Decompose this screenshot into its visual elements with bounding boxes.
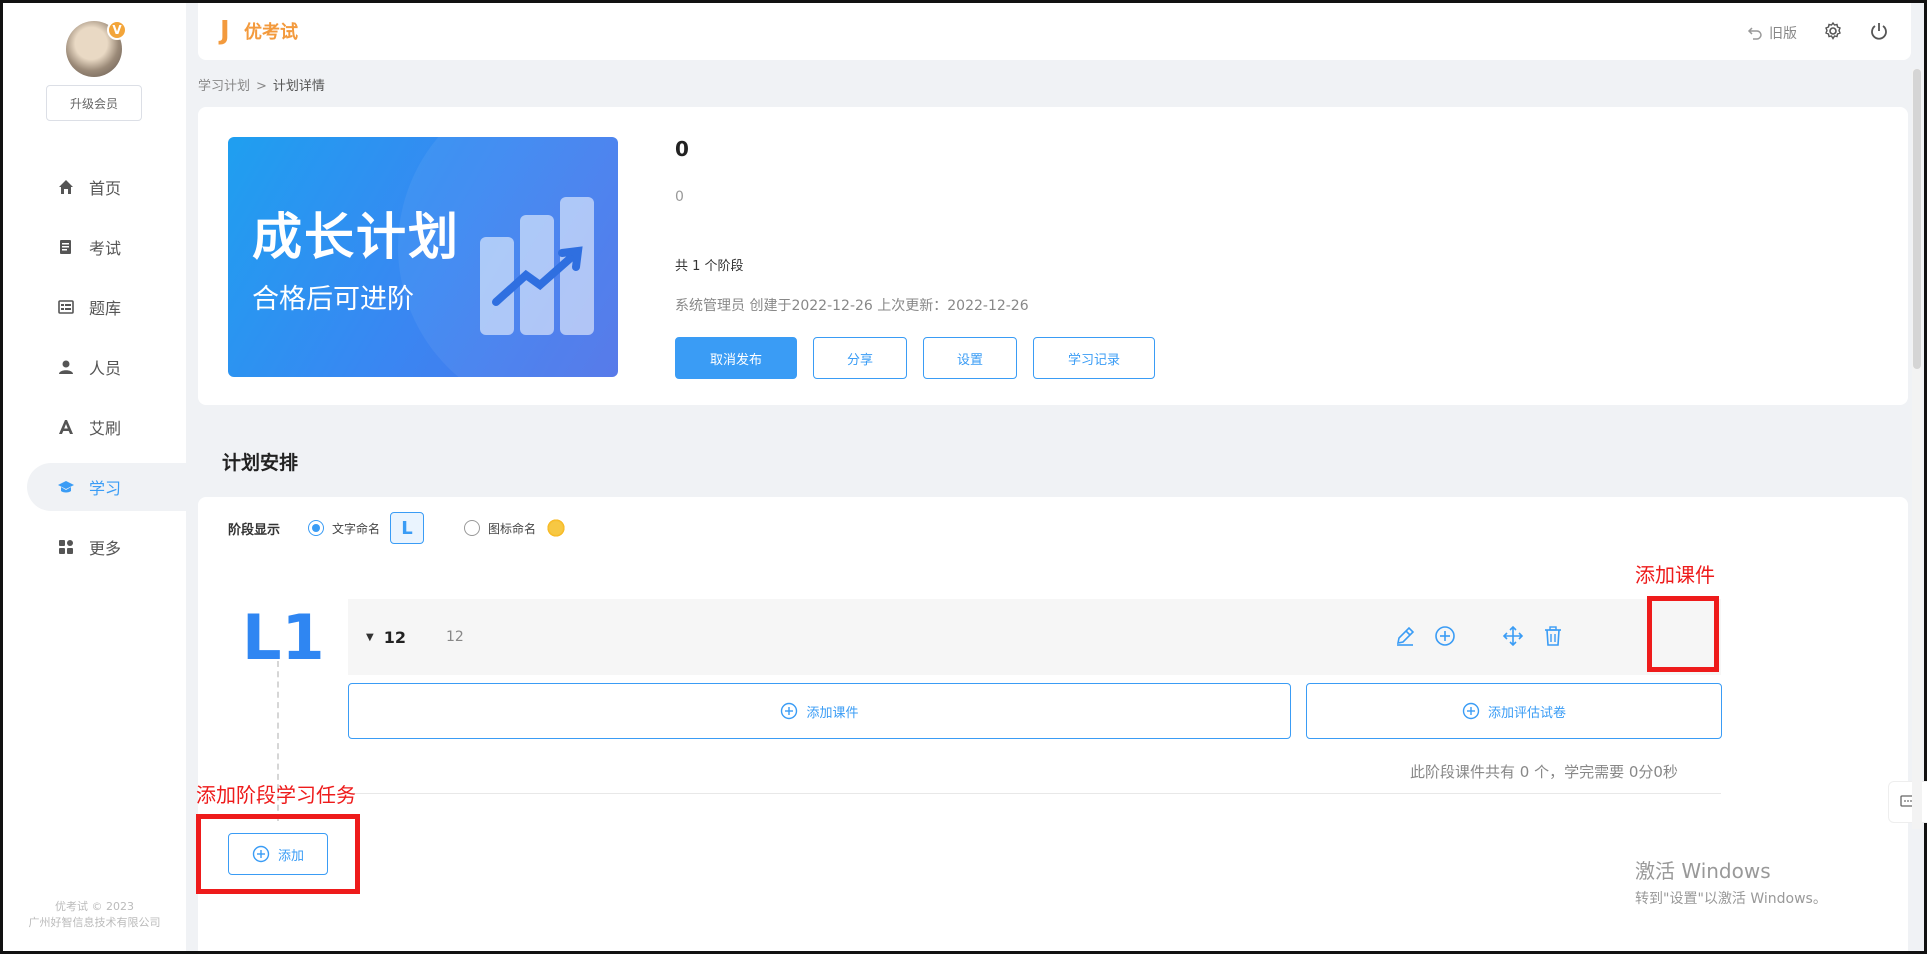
sidebar-nav: 首页 考试 题库 人员 艾刷 学习 更多 bbox=[3, 163, 186, 583]
sidebar-item-more[interactable]: 更多 bbox=[27, 523, 186, 571]
breadcrumb: 学习计划 > 计划详情 bbox=[198, 75, 325, 94]
sidebar: V 升级会员 首页 考试 题库 人员 艾刷 学习 更多 优考试 © 2023 广… bbox=[3, 3, 186, 951]
divider bbox=[348, 793, 1721, 794]
undo-icon bbox=[1747, 27, 1762, 40]
sidebar-item-home[interactable]: 首页 bbox=[27, 163, 186, 211]
cover-subtitle: 合格后可进阶 bbox=[252, 284, 414, 315]
plus-circle-icon bbox=[1462, 702, 1480, 720]
settings-button[interactable]: 设置 bbox=[923, 337, 1017, 379]
add-circle-icon[interactable] bbox=[1430, 621, 1460, 651]
header-actions: 旧版 bbox=[1747, 21, 1889, 45]
logo-mark-icon: J bbox=[220, 16, 230, 46]
annotation-add-stage-text: 添加阶段学习任务 bbox=[196, 783, 356, 807]
upgrade-membership-button[interactable]: 升级会员 bbox=[46, 85, 142, 121]
add-course-label: 添加课件 bbox=[806, 705, 859, 721]
study-records-button[interactable]: 学习记录 bbox=[1033, 337, 1155, 379]
plan-meta: 系统管理员 创建于2022-12-26 上次更新：2022-12-26 bbox=[675, 298, 1029, 314]
sidebar-item-exam[interactable]: 考试 bbox=[27, 223, 186, 271]
plan-cover-image: 成长计划 合格后可进阶 bbox=[228, 137, 618, 377]
plan-actions: 取消发布 分享 设置 学习记录 bbox=[675, 337, 1155, 379]
sidebar-item-aishua[interactable]: 艾刷 bbox=[27, 403, 186, 451]
annotation-add-stage-box bbox=[196, 814, 360, 894]
stage-summary: 此阶段课件共有 0 个，学完需要 0分0秒 bbox=[1410, 763, 1678, 781]
sidebar-item-users[interactable]: 人员 bbox=[27, 343, 186, 391]
add-course-button[interactable]: 添加课件 bbox=[348, 683, 1291, 739]
level-label: L1 bbox=[242, 601, 325, 674]
sidebar-item-label: 艾刷 bbox=[89, 419, 122, 438]
unpublish-button[interactable]: 取消发布 bbox=[675, 337, 797, 379]
plan-detail-card: 成长计划 合格后可进阶 0 0 共 1 个阶段 系统管理员 创建于2022-12… bbox=[198, 107, 1908, 405]
caret-down-icon[interactable]: ▼ bbox=[366, 632, 374, 643]
plan-stage-count: 共 1 个阶段 bbox=[675, 259, 744, 274]
sidebar-item-learning[interactable]: 学习 bbox=[27, 463, 186, 511]
add-exam-button[interactable]: 添加评估试卷 bbox=[1306, 683, 1722, 739]
breadcrumb-current: 计划详情 bbox=[272, 79, 325, 94]
schedule-section-title: 计划安排 bbox=[222, 452, 299, 474]
scrollbar-thumb[interactable] bbox=[1913, 69, 1921, 369]
share-button[interactable]: 分享 bbox=[813, 337, 907, 379]
breadcrumb-separator: > bbox=[256, 79, 267, 94]
trash-icon[interactable] bbox=[1538, 621, 1568, 651]
radio-text-naming[interactable]: 文字命名 L bbox=[308, 512, 425, 544]
sidebar-item-label: 更多 bbox=[89, 539, 122, 558]
radio-dot-selected[interactable] bbox=[308, 520, 325, 536]
logo-text: 优考试 bbox=[244, 22, 298, 43]
cover-title: 成长计划 bbox=[252, 208, 460, 266]
sidebar-footer: 优考试 © 2023 广州好智信息技术有限公司 bbox=[3, 899, 186, 931]
breadcrumb-parent[interactable]: 学习计划 bbox=[198, 79, 250, 94]
sidebar-item-label: 首页 bbox=[89, 179, 122, 198]
sidebar-item-question-bank[interactable]: 题库 bbox=[27, 283, 186, 331]
stage-description: 12 bbox=[445, 629, 464, 645]
sidebar-item-label: 考试 bbox=[89, 239, 122, 258]
sidebar-item-label: 学习 bbox=[89, 479, 122, 498]
stage-display-label: 阶段显示 bbox=[228, 522, 281, 538]
plan-title: 0 bbox=[675, 137, 689, 161]
user-icon bbox=[57, 358, 75, 376]
power-icon[interactable] bbox=[1869, 21, 1889, 45]
stage-display-options: 阶段显示 文字命名 L 图标命名 bbox=[198, 497, 1908, 559]
plus-circle-icon bbox=[781, 702, 798, 720]
watermark-line1: 激活 Windows bbox=[1635, 859, 1771, 883]
sun-icon bbox=[546, 518, 567, 538]
sidebar-item-label: 人员 bbox=[89, 359, 122, 378]
sidebar-item-label: 题库 bbox=[89, 299, 122, 318]
copyright: 优考试 © 2023 bbox=[55, 900, 134, 913]
font-a-icon bbox=[57, 418, 75, 436]
plan-info: 0 0 共 1 个阶段 系统管理员 创建于2022-12-26 上次更新：202… bbox=[675, 137, 1155, 379]
grid-icon bbox=[57, 538, 75, 556]
radio-dot[interactable] bbox=[464, 520, 481, 536]
question-bank-icon bbox=[57, 298, 75, 316]
old-version-label: 旧版 bbox=[1769, 26, 1797, 42]
windows-activation-watermark: 激活 Windows 转到"设置"以激活 Windows。 bbox=[1635, 855, 1827, 908]
radio-icon-naming-label: 图标命名 bbox=[488, 521, 537, 536]
edit-icon[interactable] bbox=[1390, 621, 1420, 651]
add-exam-label: 添加评估试卷 bbox=[1487, 705, 1566, 721]
annotation-add-course-text: 添加课件 bbox=[1635, 563, 1715, 587]
stage-name: 12 bbox=[383, 627, 406, 647]
watermark-line2: 转到"设置"以激活 Windows。 bbox=[1635, 891, 1827, 907]
page-scrollbar[interactable] bbox=[1912, 69, 1922, 829]
gear-icon[interactable] bbox=[1823, 21, 1843, 45]
home-icon bbox=[57, 178, 75, 196]
graduation-cap-icon bbox=[57, 478, 75, 496]
top-header: J 优考试 旧版 bbox=[198, 3, 1911, 60]
old-version-link[interactable]: 旧版 bbox=[1747, 23, 1797, 43]
radio-text-naming-label: 文字命名 bbox=[332, 521, 381, 536]
l-badge: L bbox=[390, 512, 425, 544]
move-icon[interactable] bbox=[1498, 621, 1528, 651]
plan-description: 0 bbox=[675, 189, 684, 205]
exam-icon bbox=[57, 238, 75, 256]
growth-chart-icon bbox=[480, 197, 594, 335]
annotation-add-course-box bbox=[1647, 596, 1719, 672]
vip-badge: V bbox=[107, 20, 127, 40]
company-name: 广州好智信息技术有限公司 bbox=[28, 916, 161, 929]
logo[interactable]: J 优考试 bbox=[220, 17, 298, 45]
radio-icon-naming[interactable]: 图标命名 bbox=[464, 518, 567, 538]
